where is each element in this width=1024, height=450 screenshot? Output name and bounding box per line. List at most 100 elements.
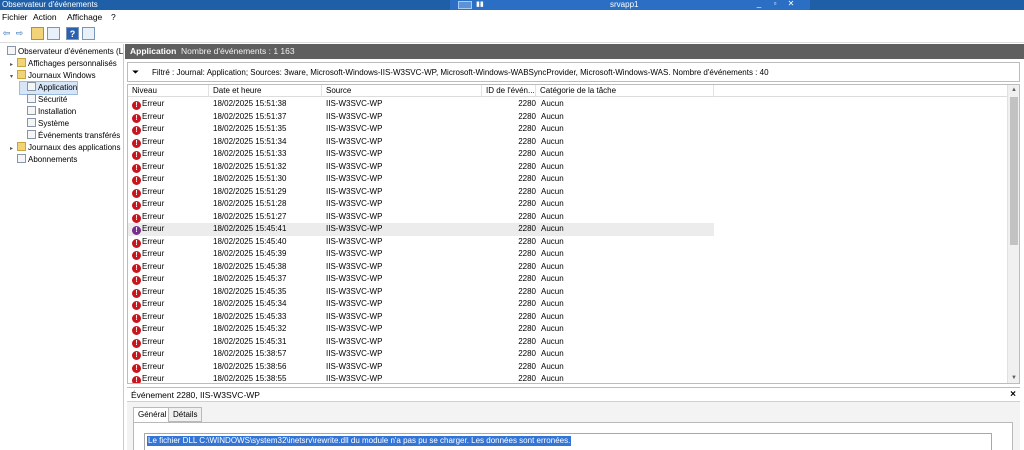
cell-id: 2280 [518, 99, 536, 108]
cell-datetime: 18/02/2025 15:45:33 [213, 311, 287, 321]
tab-details[interactable]: Détails [168, 407, 203, 422]
restore-icon[interactable]: ▫ [770, 0, 780, 9]
menu-fichier[interactable]: Fichier [2, 12, 28, 23]
tab-general[interactable]: Général [133, 407, 172, 423]
level-text: Erreur [142, 211, 165, 221]
cell-id: 2280 [518, 236, 536, 246]
cell-level: ! Erreur [132, 236, 164, 249]
scroll-down-icon[interactable]: ▼ [1008, 373, 1019, 383]
cell-datetime: 18/02/2025 15:51:28 [213, 199, 287, 208]
level-text: Erreur [142, 99, 165, 108]
error-icon: ! [132, 151, 141, 160]
tree-item[interactable]: Abonnements [10, 154, 77, 166]
table-row[interactable]: ! Erreur 18/02/2025 15:51:34 IIS-W3SVC-WP 22… [128, 136, 714, 149]
table-row[interactable]: ! Erreur 18/02/2025 15:38:55 IIS-W3SVC-WP 22… [128, 373, 714, 383]
cell-level: ! Erreur [132, 348, 164, 361]
event-message-box[interactable]: Le fichier DLL C:\WINDOWS\system32\inets… [144, 433, 992, 450]
tree-item[interactable]: ▾ Journaux Windows [10, 70, 96, 82]
tree-item[interactable]: Événements transférés [20, 130, 120, 142]
table-row[interactable]: ! Erreur 18/02/2025 15:45:39 IIS-W3SVC-WP 22… [128, 248, 714, 261]
table-row[interactable]: ! Erreur 18/02/2025 15:45:35 IIS-W3SVC-WP 22… [128, 286, 714, 299]
table-row[interactable]: ! Erreur 18/02/2025 15:45:37 IIS-W3SVC-WP 22… [128, 273, 714, 286]
log-icon [27, 94, 36, 103]
table-row[interactable]: ! Erreur 18/02/2025 15:51:37 IIS-W3SVC-WP 22… [128, 111, 714, 124]
menu-action[interactable]: Action [33, 12, 57, 23]
error-icon: ! [132, 363, 141, 373]
cell-id: 2280 [518, 124, 536, 133]
minimize-icon[interactable]: _ [754, 0, 764, 9]
cell-id: 2280 [518, 311, 536, 321]
show-hide-tree-icon[interactable] [47, 27, 60, 40]
tree-item[interactable]: ▸ Journaux des applications et [10, 142, 123, 154]
cell-source: IIS-W3SVC-WP [326, 111, 383, 121]
table-row[interactable]: ! Erreur 18/02/2025 15:45:40 IIS-W3SVC-WP 22… [128, 236, 714, 249]
cell-source: IIS-W3SVC-WP [326, 349, 383, 358]
menu-bar: Fichier Action Affichage ? [0, 11, 1024, 24]
error-icon: ! [132, 376, 141, 383]
close-detail-icon[interactable]: × [1010, 388, 1016, 401]
table-row[interactable]: ! Erreur 18/02/2025 15:51:27 IIS-W3SVC-WP 22… [128, 211, 714, 224]
action-pane-icon[interactable] [82, 27, 95, 40]
tree-item[interactable]: Observateur d'événements (Loca [0, 46, 123, 58]
table-row[interactable]: ! Erreur 18/02/2025 15:51:35 IIS-W3SVC-WP 22… [128, 123, 714, 136]
filter-text: Filtré : Journal: Application; Sources: … [152, 68, 769, 77]
close-icon[interactable]: ✕ [786, 0, 796, 9]
back-arrow-icon[interactable]: ⇦ [0, 27, 13, 40]
vertical-scrollbar[interactable]: ▲ ▼ [1007, 85, 1019, 383]
cell-id: 2280 [518, 274, 536, 283]
cell-datetime: 18/02/2025 15:51:29 [213, 186, 287, 196]
menu-affichage[interactable]: Affichage [67, 12, 102, 23]
tree-item[interactable]: Installation [20, 106, 76, 118]
event-message[interactable]: Le fichier DLL C:\WINDOWS\system32\inets… [147, 436, 572, 446]
column-header-datetime[interactable]: Date et heure [209, 85, 322, 97]
table-row[interactable]: ! Erreur 18/02/2025 15:38:56 IIS-W3SVC-WP 22… [128, 361, 714, 374]
tree-item-label: Application [38, 83, 78, 92]
table-row[interactable]: ! Erreur 18/02/2025 15:45:32 IIS-W3SVC-WP 22… [128, 323, 714, 336]
tree-item[interactable]: Système [20, 118, 69, 130]
table-row[interactable]: ! Erreur 18/02/2025 15:51:28 IIS-W3SVC-WP 22… [128, 198, 714, 211]
cell-datetime: 18/02/2025 15:51:30 [213, 174, 287, 183]
event-detail-title: Événement 2280, IIS-W3SVC-WP [131, 390, 260, 400]
table-row[interactable]: ! Erreur 18/02/2025 15:45:41 IIS-W3SVC-WP 22… [128, 223, 714, 236]
cell-source: IIS-W3SVC-WP [326, 311, 383, 321]
table-row[interactable]: ! Erreur 18/02/2025 15:51:32 IIS-W3SVC-WP 22… [128, 161, 714, 174]
table-row[interactable]: ! Erreur 18/02/2025 15:51:30 IIS-W3SVC-WP 22… [128, 173, 714, 186]
cell-category: Aucun [541, 224, 564, 233]
table-row[interactable]: ! Erreur 18/02/2025 15:51:38 IIS-W3SVC-WP 22… [128, 98, 714, 111]
tree-item[interactable]: ▸ Affichages personnalisés [10, 58, 117, 70]
table-row[interactable]: ! Erreur 18/02/2025 15:38:57 IIS-W3SVC-WP 22… [128, 348, 714, 361]
filter-icon: ⏷ [132, 67, 140, 77]
cell-datetime: 18/02/2025 15:45:39 [213, 249, 287, 258]
menu-help[interactable]: ? [111, 12, 116, 23]
expanded-chevron-icon[interactable]: ▾ [10, 71, 17, 83]
tree-item[interactable]: Application [18, 81, 79, 95]
remote-connection-bar[interactable]: ▮▮ srvapp1 _ ▫ ✕ [450, 0, 810, 10]
cell-source: IIS-W3SVC-WP [326, 211, 383, 221]
table-row[interactable]: ! Erreur 18/02/2025 15:45:34 IIS-W3SVC-WP 22… [128, 298, 714, 311]
table-row[interactable]: ! Erreur 18/02/2025 15:45:31 IIS-W3SVC-WP 22… [128, 336, 714, 349]
forward-arrow-icon[interactable]: ⇨ [13, 27, 26, 40]
scroll-up-icon[interactable]: ▲ [1008, 85, 1019, 95]
cell-id: 2280 [518, 161, 536, 171]
column-header-level[interactable]: Niveau [128, 85, 209, 97]
error-icon: ! [132, 288, 141, 298]
up-folder-icon[interactable] [31, 27, 44, 40]
error-icon: ! [132, 101, 141, 110]
level-text: Erreur [142, 286, 165, 296]
table-row[interactable]: ! Erreur 18/02/2025 15:51:33 IIS-W3SVC-WP 22… [128, 148, 714, 161]
table-row[interactable]: ! Erreur 18/02/2025 15:51:29 IIS-W3SVC-WP 22… [128, 186, 714, 199]
cell-source: IIS-W3SVC-WP [326, 286, 383, 296]
column-header-category[interactable]: Catégorie de la tâche [536, 85, 714, 97]
tree-item[interactable]: Sécurité [20, 94, 67, 106]
scroll-thumb[interactable] [1010, 97, 1018, 245]
table-row[interactable]: ! Erreur 18/02/2025 15:45:33 IIS-W3SVC-WP 22… [128, 311, 714, 324]
table-row[interactable]: ! Erreur 18/02/2025 15:45:38 IIS-W3SVC-WP 22… [128, 261, 714, 274]
cell-source: IIS-W3SVC-WP [326, 324, 383, 333]
column-header-event-id[interactable]: ID de l'évén... [482, 85, 536, 97]
navigation-tree: Observateur d'événements (Loca ▸Affichage… [0, 44, 124, 450]
help-icon[interactable]: ? [66, 27, 79, 40]
pin-icon[interactable] [458, 1, 472, 9]
cell-source: IIS-W3SVC-WP [326, 336, 383, 346]
column-header-source[interactable]: Source [322, 85, 482, 97]
cell-source: IIS-W3SVC-WP [326, 274, 383, 283]
